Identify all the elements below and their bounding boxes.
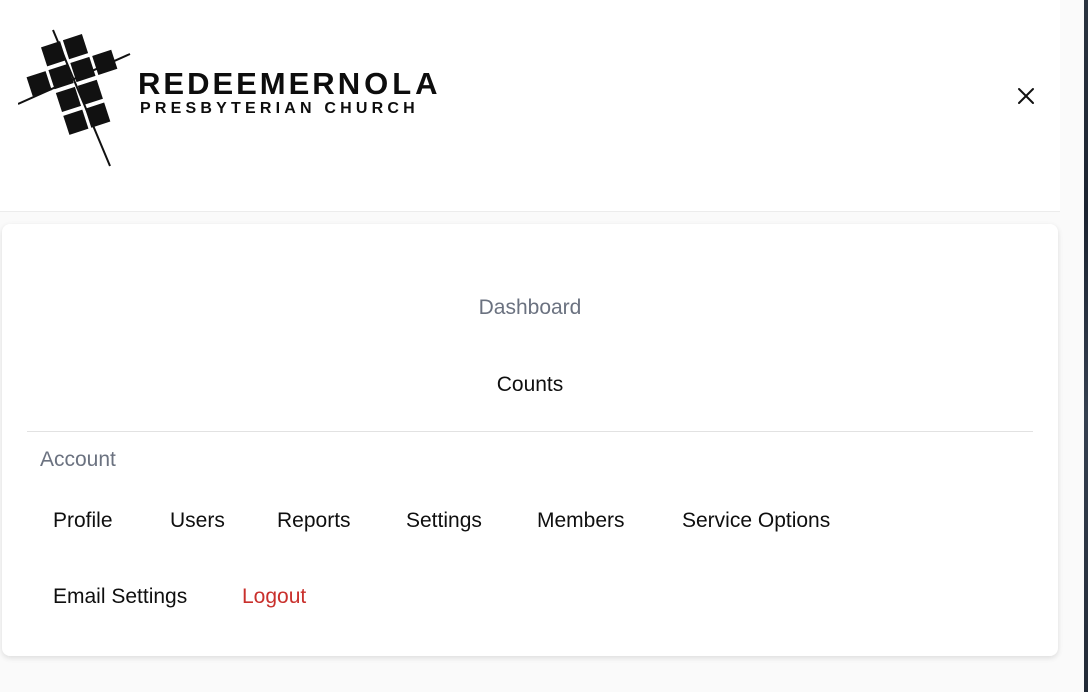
logout-link[interactable]: Logout [242,585,306,609]
logo-subtitle: PRESBYTERIAN CHURCH [140,100,419,117]
nav-link-profile[interactable]: Profile [53,509,113,533]
app-viewport: REDEEMERNOLA PRESBYTERIAN CHURCH Dashboa… [0,0,1088,692]
logo-word-nola: NOLA [337,66,442,101]
nav-link-dashboard[interactable]: Dashboard [2,296,1058,320]
nav-link-users[interactable]: Users [170,509,225,533]
background-window-edge [1084,0,1088,692]
logo-wordmark: REDEEMERNOLA [138,66,442,102]
mobile-menu-panel: Dashboard Counts Account Profile Users R… [2,224,1058,656]
church-logo[interactable]: REDEEMERNOLA PRESBYTERIAN CHURCH [18,28,438,168]
nav-link-counts[interactable]: Counts [2,373,1058,397]
logo-word-redeemer: REDEEMER [138,66,338,101]
menu-divider [27,431,1033,432]
account-section-label: Account [40,448,116,471]
nav-link-email-settings[interactable]: Email Settings [53,585,187,609]
logo-cross-icon [18,29,131,167]
nav-link-reports[interactable]: Reports [277,509,351,533]
nav-link-service-options[interactable]: Service Options [682,509,830,533]
close-icon [1018,88,1034,104]
nav-link-members[interactable]: Members [537,509,625,533]
nav-link-settings[interactable]: Settings [406,509,482,533]
header: REDEEMERNOLA PRESBYTERIAN CHURCH [0,0,1060,212]
close-menu-button[interactable] [1014,84,1038,108]
